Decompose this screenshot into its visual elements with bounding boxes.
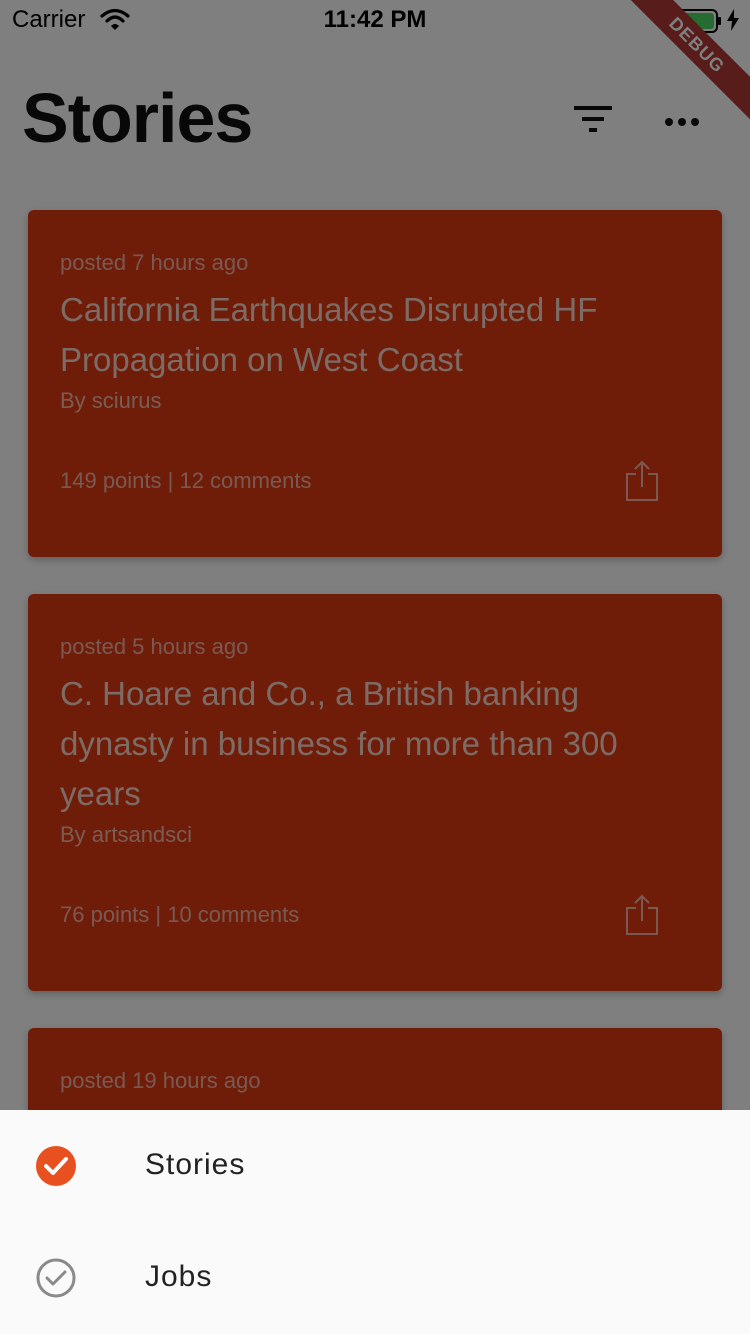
check-circle-outline-icon <box>36 1258 76 1303</box>
feed-type-bottom-sheet: Stories Jobs <box>0 1110 750 1334</box>
sheet-item-label: Stories <box>145 1148 246 1181</box>
sheet-item-label: Jobs <box>145 1260 213 1293</box>
app-screen: Carrier 11:42 PM DEBUG Stories <box>0 0 750 1334</box>
sheet-item-jobs[interactable]: Jobs <box>0 1222 750 1334</box>
check-circle-filled-icon <box>36 1146 76 1191</box>
sheet-item-stories[interactable]: Stories <box>0 1110 750 1222</box>
